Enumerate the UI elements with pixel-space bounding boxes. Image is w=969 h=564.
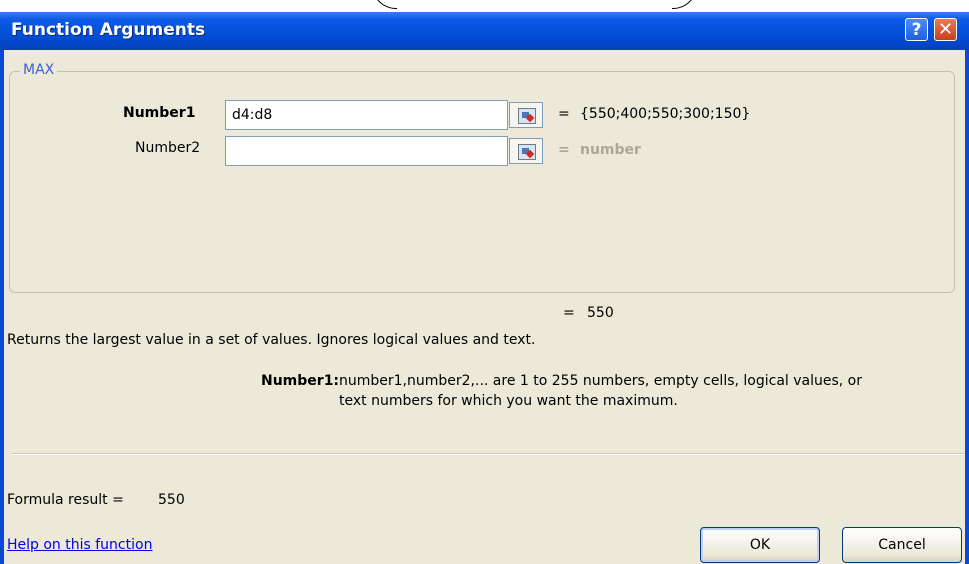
dialog-title: Function Arguments (11, 20, 206, 40)
equals-sign: = (558, 142, 570, 158)
divider (11, 453, 965, 455)
formula-result-value: 550 (158, 492, 185, 508)
arg-result-number2: number (580, 142, 641, 158)
equals-sign: = (563, 305, 575, 321)
cancel-button[interactable]: Cancel (842, 527, 962, 563)
arg-label-number2: Number2 (135, 140, 201, 156)
range-picker-icon (518, 144, 536, 160)
arg-result-number1: {550;400;550;300;150} (580, 106, 751, 122)
equals-sign: = (558, 106, 570, 122)
arg-help-line-1: number1,number2,... are 1 to 255 numbers… (339, 373, 863, 389)
arg-help-label: Number1: (261, 373, 340, 389)
function-result: 550 (587, 305, 614, 321)
function-name-label: MAX (20, 62, 58, 78)
close-icon[interactable]: ✕ (934, 18, 957, 41)
range-picker-icon (518, 108, 536, 124)
ok-button[interactable]: OK (700, 527, 820, 563)
help-link[interactable]: Help on this function (7, 537, 152, 553)
help-icon[interactable]: ? (905, 18, 928, 41)
arg-label-number1: Number1 (123, 105, 196, 121)
formula-result-label: Formula result = (7, 492, 124, 508)
paren-left (372, 0, 397, 9)
top-strip (0, 0, 969, 12)
dialog-client: MAX Number1 d4:d8 = {550;400;550;300;150… (4, 50, 965, 564)
number2-input[interactable] (225, 136, 508, 166)
arg-help-line-2: text numbers for which you want the maxi… (339, 393, 678, 409)
function-description: Returns the largest value in a set of va… (7, 332, 536, 348)
number1-range-button[interactable] (509, 102, 543, 128)
function-arguments-dialog: Function Arguments ? ✕ MAX Number1 d4:d8… (0, 12, 969, 564)
number1-input[interactable]: d4:d8 (225, 100, 508, 130)
title-bar[interactable]: Function Arguments ? ✕ (0, 12, 969, 50)
paren-right (672, 0, 697, 9)
number2-range-button[interactable] (509, 138, 543, 164)
